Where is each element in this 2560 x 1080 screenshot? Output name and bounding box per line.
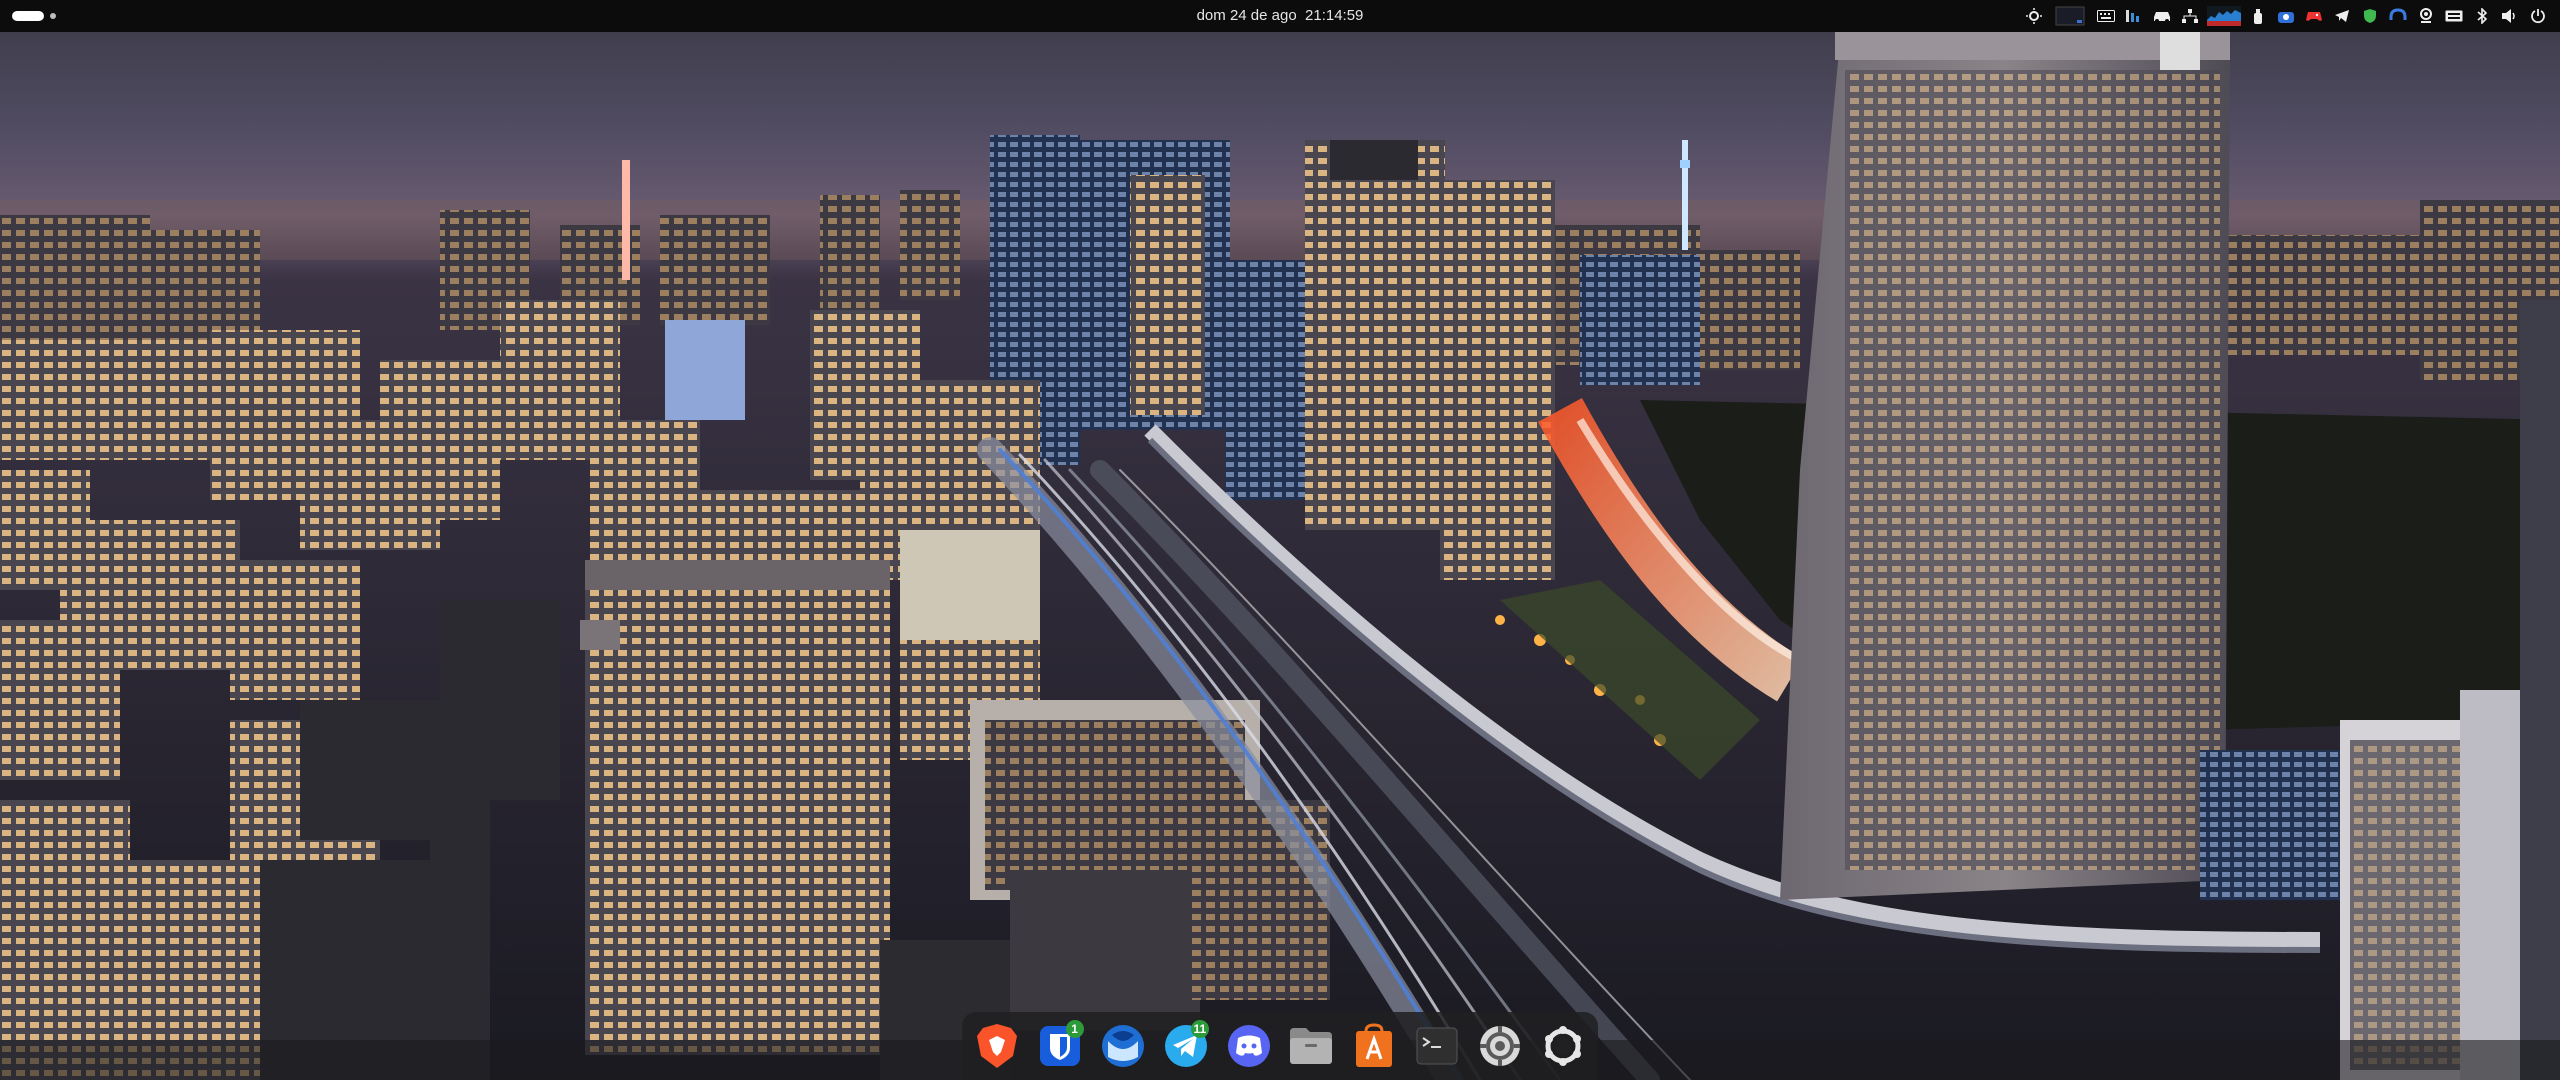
files-icon[interactable]	[1286, 1020, 1337, 1072]
keyboard-layout-icon[interactable]	[2440, 0, 2468, 32]
vpn-icon[interactable]	[2272, 0, 2300, 32]
discord-icon[interactable]	[1223, 1020, 1274, 1072]
dock: 1 11	[962, 1012, 1598, 1080]
bluetooth-icon[interactable]	[2468, 0, 2496, 32]
desktop-wallpaper	[0, 0, 2560, 1080]
cpu-graph-icon[interactable]	[2204, 0, 2244, 32]
system-tray	[2020, 0, 2552, 32]
network-tree-icon[interactable]	[2176, 0, 2204, 32]
software-store-icon[interactable]	[1349, 1020, 1400, 1072]
bitwarden-icon[interactable]: 1	[1035, 1020, 1086, 1072]
activities-button[interactable]	[12, 11, 62, 21]
clock-date: dom 24 de ago	[1196, 7, 1297, 24]
telegram-app-icon[interactable]: 11	[1160, 1020, 1211, 1072]
games-icon[interactable]	[2300, 0, 2328, 32]
telegram-icon[interactable]	[2328, 0, 2356, 32]
headset-icon[interactable]	[2384, 0, 2412, 32]
terminal-icon[interactable]	[1412, 1020, 1463, 1072]
usb-drive-icon[interactable]	[2244, 0, 2272, 32]
settings-icon[interactable]	[1474, 1020, 1525, 1072]
memory-meter-icon[interactable]	[2120, 0, 2148, 32]
car-icon[interactable]	[2148, 0, 2176, 32]
workspace-indicator-active[interactable]	[12, 11, 44, 21]
brightness-icon[interactable]	[2020, 0, 2048, 32]
keyboard-icon[interactable]	[2092, 0, 2120, 32]
power-icon[interactable]	[2524, 0, 2552, 32]
app-grid-icon[interactable]	[1537, 1020, 1588, 1072]
brave-browser-icon[interactable]	[972, 1020, 1023, 1072]
top-panel: dom 24 de ago 21:14:59	[0, 0, 2560, 32]
clock-button[interactable]: dom 24 de ago 21:14:59	[1197, 7, 1364, 24]
shield-icon[interactable]	[2356, 0, 2384, 32]
display-indicator-icon[interactable]	[2048, 0, 2092, 32]
workspace-indicator[interactable]	[50, 13, 56, 19]
volume-icon[interactable]	[2496, 0, 2524, 32]
unread-badge: 11	[1190, 1020, 1210, 1038]
clock-time: 21:14:59	[1305, 7, 1364, 24]
webcam-icon[interactable]	[2412, 0, 2440, 32]
unread-badge: 1	[1065, 1020, 1084, 1038]
thunderbird-icon[interactable]	[1098, 1020, 1149, 1072]
